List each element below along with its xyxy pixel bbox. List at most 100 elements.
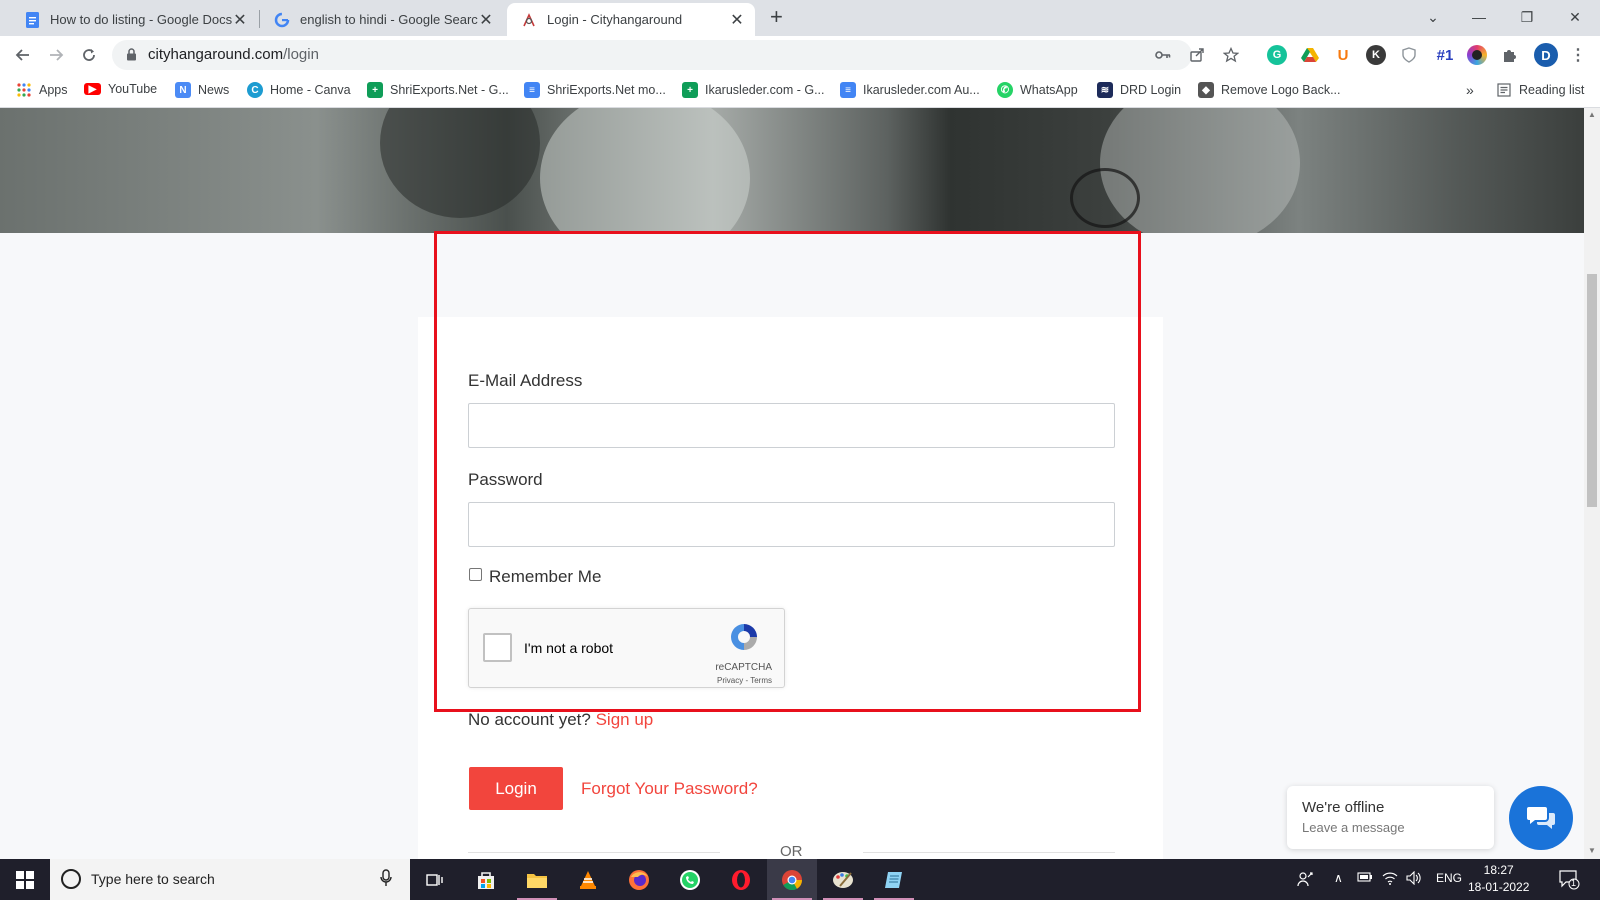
share-icon[interactable] bbox=[1188, 46, 1206, 64]
people-icon[interactable] bbox=[1297, 871, 1313, 890]
password-field[interactable] bbox=[468, 502, 1115, 547]
scroll-up-arrow-icon[interactable]: ▲ bbox=[1588, 110, 1596, 119]
login-button[interactable]: Login bbox=[469, 767, 563, 810]
reading-list-button[interactable]: Reading list bbox=[1496, 82, 1584, 98]
firefox-icon[interactable] bbox=[614, 859, 664, 900]
remember-me-label[interactable]: Remember Me bbox=[489, 567, 601, 587]
vlc-icon[interactable] bbox=[563, 859, 613, 900]
tab-google-search[interactable]: english to hindi - Google Search ✕ bbox=[260, 3, 504, 36]
restore-button[interactable]: ❐ bbox=[1504, 0, 1550, 34]
window-close-button[interactable]: ✕ bbox=[1552, 0, 1598, 34]
news-icon: N bbox=[175, 82, 191, 98]
volume-icon[interactable] bbox=[1406, 870, 1422, 888]
email-field[interactable] bbox=[468, 403, 1115, 448]
tab-strip: How to do listing - Google Docs ✕ englis… bbox=[0, 0, 1600, 36]
whatsapp-icon: ✆ bbox=[997, 82, 1013, 98]
chat-subtitle: Leave a message bbox=[1302, 820, 1405, 835]
close-icon[interactable]: ✕ bbox=[232, 10, 248, 30]
scrollbar-thumb[interactable] bbox=[1587, 274, 1597, 507]
google-docs-icon bbox=[24, 11, 40, 28]
bookmark-label: ShriExports.Net - G... bbox=[390, 83, 509, 97]
windows-start-button[interactable] bbox=[0, 859, 50, 900]
bookmark-news[interactable]: N News bbox=[175, 82, 229, 98]
hero-face-shape bbox=[540, 108, 750, 233]
bookmark-youtube[interactable]: ▶ YouTube bbox=[84, 82, 157, 96]
taskbar-search-box[interactable]: Type here to search bbox=[50, 859, 410, 900]
layers-icon: ◆ bbox=[1198, 82, 1214, 98]
shield-icon[interactable] bbox=[1399, 45, 1419, 65]
menu-kebab-icon[interactable]: ⋮ bbox=[1568, 45, 1588, 65]
lock-icon[interactable] bbox=[126, 48, 137, 66]
clock-date: 18-01-2022 bbox=[1468, 880, 1530, 894]
chat-offline-bubble[interactable]: We're offline Leave a message bbox=[1287, 786, 1494, 849]
tray-chevron-up-icon[interactable]: ∧ bbox=[1334, 871, 1343, 885]
profile-avatar[interactable]: D bbox=[1534, 43, 1558, 67]
tab-google-docs[interactable]: How to do listing - Google Docs ✕ bbox=[10, 3, 258, 36]
remember-me-checkbox[interactable] bbox=[469, 568, 482, 581]
u-extension-icon[interactable]: U bbox=[1333, 45, 1353, 65]
close-icon[interactable]: ✕ bbox=[478, 10, 494, 30]
scroll-down-arrow-icon[interactable]: ▼ bbox=[1588, 846, 1596, 855]
wifi-icon[interactable] bbox=[1382, 871, 1398, 888]
google-docs-icon: ≡ bbox=[840, 82, 856, 98]
url-domain: cityhangaround.com bbox=[148, 46, 284, 63]
recaptcha-checkbox[interactable] bbox=[483, 633, 512, 662]
bookmark-shriexports-doc[interactable]: ≡ ShriExports.Net mo... bbox=[524, 82, 666, 98]
grammarly-icon[interactable]: G bbox=[1267, 45, 1287, 65]
address-bar[interactable]: cityhangaround.com/login bbox=[112, 40, 1239, 70]
extensions-puzzle-icon[interactable] bbox=[1500, 45, 1520, 65]
bookmark-whatsapp[interactable]: ✆ WhatsApp bbox=[997, 82, 1078, 98]
notepad-icon[interactable] bbox=[869, 859, 919, 900]
task-view-icon[interactable] bbox=[410, 859, 460, 900]
forgot-password-link[interactable]: Forgot Your Password? bbox=[581, 779, 758, 799]
new-tab-button[interactable]: + bbox=[770, 6, 783, 28]
url-text: cityhangaround.com/login bbox=[148, 46, 319, 63]
chat-launcher-button[interactable] bbox=[1509, 786, 1573, 850]
whatsapp-icon[interactable] bbox=[665, 859, 715, 900]
file-explorer-icon[interactable] bbox=[512, 859, 562, 900]
signup-link[interactable]: Sign up bbox=[596, 710, 654, 729]
or-divider-left bbox=[468, 852, 720, 853]
hero-hair-shape bbox=[380, 108, 540, 218]
bookmark-star-icon[interactable] bbox=[1222, 46, 1240, 64]
taskbar-clock[interactable]: 18:27 18-01-2022 bbox=[1468, 862, 1529, 896]
forward-button[interactable] bbox=[45, 44, 67, 66]
page-scrollbar[interactable]: ▲ ▼ bbox=[1584, 108, 1600, 859]
drive-extension-icon[interactable] bbox=[1300, 45, 1320, 65]
back-button[interactable] bbox=[12, 44, 34, 66]
minimize-button[interactable]: — bbox=[1456, 0, 1502, 34]
key-icon[interactable] bbox=[1154, 46, 1172, 64]
address-toolbar: cityhangaround.com/login G U K #1 D ⋮ bbox=[0, 36, 1600, 74]
close-icon[interactable]: ✕ bbox=[729, 10, 745, 30]
database-icon: ≋ bbox=[1097, 82, 1113, 98]
bookmark-ikarusleder-sheet[interactable]: + Ikarusleder.com - G... bbox=[682, 82, 824, 98]
reload-button[interactable] bbox=[78, 44, 100, 66]
k-extension-icon[interactable]: K bbox=[1366, 45, 1386, 65]
bookmark-apps[interactable]: Apps bbox=[16, 82, 68, 98]
tab-cityhangaround-login[interactable]: Login - Cityhangaround ✕ bbox=[507, 3, 755, 36]
microphone-icon[interactable] bbox=[380, 869, 392, 891]
bookmark-ikarusleder-doc[interactable]: ≡ Ikarusleder.com Au... bbox=[840, 82, 980, 98]
bookmark-shriexports-sheet[interactable]: + ShriExports.Net - G... bbox=[367, 82, 509, 98]
bookmarks-overflow-button[interactable]: » bbox=[1466, 82, 1474, 98]
hashtag-extension-icon[interactable]: #1 bbox=[1432, 45, 1458, 65]
bookmark-drd-login[interactable]: ≋ DRD Login bbox=[1097, 82, 1181, 98]
bookmark-label: Apps bbox=[39, 83, 68, 97]
notification-center-icon[interactable]: 1 bbox=[1558, 868, 1580, 893]
bookmark-remove-logo[interactable]: ◆ Remove Logo Back... bbox=[1198, 82, 1341, 98]
tab-search-chevron-icon[interactable]: ⌄ bbox=[1410, 0, 1456, 34]
chrome-icon[interactable] bbox=[767, 859, 817, 900]
url-path: /login bbox=[283, 46, 319, 63]
clock-time: 18:27 bbox=[1483, 863, 1514, 877]
store-icon[interactable] bbox=[461, 859, 511, 900]
google-sheets-icon: + bbox=[682, 82, 698, 98]
bookmark-label: ShriExports.Net mo... bbox=[547, 83, 666, 97]
taskbar-search-placeholder: Type here to search bbox=[91, 871, 215, 887]
battery-icon[interactable] bbox=[1357, 871, 1373, 885]
camera-extension-icon[interactable] bbox=[1467, 45, 1487, 65]
language-indicator[interactable]: ENG bbox=[1436, 871, 1462, 885]
recaptcha-terms-link[interactable]: Privacy - Terms bbox=[717, 676, 772, 685]
paint-icon[interactable] bbox=[818, 859, 868, 900]
bookmark-canva[interactable]: C Home - Canva bbox=[247, 82, 351, 98]
opera-icon[interactable] bbox=[716, 859, 766, 900]
